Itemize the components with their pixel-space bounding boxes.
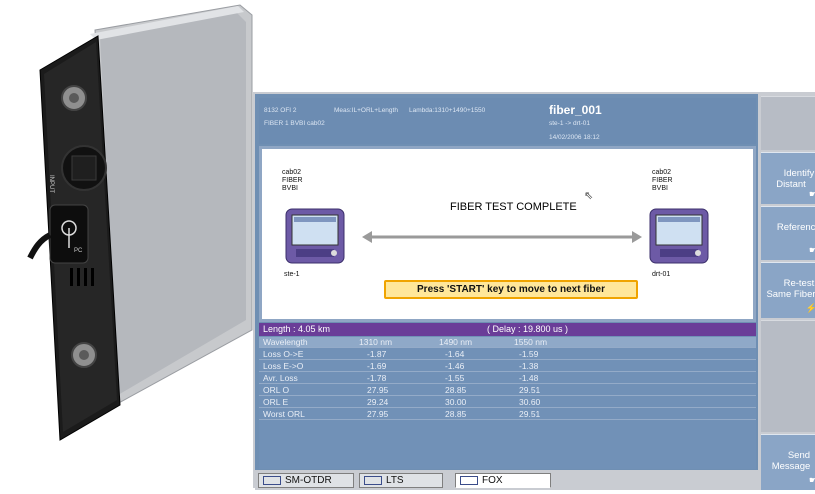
cell-value: -1.59	[519, 349, 539, 359]
test-status: FIBER TEST COMPLETE	[450, 201, 577, 213]
tab-lts[interactable]: LTS	[359, 473, 443, 488]
softkey-panel: Identify Distant ☛ References ☛ Re-test …	[758, 94, 815, 490]
right-station: drt-01	[652, 271, 671, 278]
input-label: INPUT	[48, 175, 54, 193]
left-device-icon	[285, 208, 345, 264]
cell-value: -1.78	[367, 373, 387, 383]
cell-value: 29.51	[519, 409, 541, 419]
fiber-test-diagram: cab02 FIBER BVBI cab02 FIBER BVBI FIBER …	[259, 146, 756, 322]
cell-value: 30.00	[445, 397, 467, 407]
column-header: 1550 nm	[514, 337, 548, 347]
otdr-icon	[263, 476, 281, 485]
tab-fox[interactable]: FOX	[455, 473, 551, 488]
cell-value: 27.95	[367, 409, 389, 419]
length-bar: Length : 4.05 km ( Delay : 19.800 us )	[259, 323, 756, 336]
fox-module-image: INPUT PC	[27, 4, 253, 441]
bottom-tab-bar: SM-OTDR LTS FOX	[255, 470, 758, 490]
tab-label: FOX	[482, 475, 503, 486]
fox-icon	[460, 476, 478, 485]
lambda-setting: Lambda:1310+1490+1550	[409, 107, 486, 114]
softkey-label: References	[776, 222, 815, 233]
cell-value: -1.55	[445, 373, 465, 383]
cell-value: 28.85	[445, 409, 467, 419]
results-table: Length : 4.05 km ( Delay : 19.800 us ) W…	[259, 323, 756, 469]
row-label: Loss O->E	[263, 349, 304, 359]
retest-same-fiber-button[interactable]: Re-test Same Fiber ⚡	[761, 262, 815, 318]
row-label: ORL E	[263, 397, 289, 407]
cell-value: -1.64	[445, 349, 465, 359]
cell-value: 28.85	[445, 385, 467, 395]
table-row: ORL O 27.95 28.85 29.51	[259, 385, 756, 396]
length-value: Length : 4.05 km	[263, 324, 331, 334]
screen-header: 8132 OFI 2 Meas:IL+ORL+Length Lambda:131…	[259, 98, 756, 144]
table-row: ORL E 29.24 30.00 30.60	[259, 397, 756, 408]
softkey-label: Identify Distant	[776, 168, 815, 190]
send-message-button[interactable]: Send Message ☛	[761, 434, 815, 490]
pc-label: PC	[74, 248, 83, 254]
right-device-icon	[649, 208, 709, 264]
column-header: 1490 nm	[439, 337, 473, 347]
cell-value: 30.60	[519, 397, 541, 407]
tab-sm-otdr[interactable]: SM-OTDR	[258, 473, 354, 488]
references-button[interactable]: References ☛	[761, 206, 815, 260]
row-label: Loss E->O	[263, 361, 304, 371]
device-name: 8132 OFI 2	[264, 107, 297, 114]
row-label: Worst ORL	[263, 409, 305, 419]
cell-value: -1.46	[445, 361, 465, 371]
tab-label: SM-OTDR	[285, 475, 332, 486]
fiber-title: fiber_001	[549, 103, 602, 117]
hand-icon: ☛	[808, 245, 815, 255]
left-station: ste-1	[284, 271, 300, 278]
lightning-icon: ⚡	[805, 303, 815, 313]
table-row: Avr. Loss -1.78 -1.55 -1.48	[259, 373, 756, 384]
table-row: Worst ORL 27.95 28.85 29.51	[259, 409, 756, 420]
table-header-row: Wavelength 1310 nm 1490 nm 1550 nm	[259, 337, 756, 348]
row-label: Avr. Loss	[263, 373, 298, 383]
left-cable-label: cab02 FIBER BVBI	[282, 169, 303, 192]
table-row: Loss O->E -1.87 -1.64 -1.59	[259, 349, 756, 360]
next-fiber-prompt: Press 'START' key to move to next fiber	[384, 280, 638, 299]
cursor-icon: ⇖	[584, 190, 594, 202]
fiber-info: FIBER 1 BVBI cab02	[264, 120, 325, 127]
cell-value: -1.38	[519, 361, 539, 371]
identify-distant-button[interactable]: Identify Distant ☛	[761, 152, 815, 204]
right-cable-label: cab02 FIBER BVBI	[652, 169, 673, 192]
measurement-mode: Meas:IL+ORL+Length	[334, 107, 398, 114]
route-label: ste-1 -> drt-01	[549, 120, 591, 127]
tab-label: LTS	[386, 475, 404, 486]
cell-value: 29.51	[519, 385, 541, 395]
cell-value: 27.95	[367, 385, 389, 395]
softkey-label: Re-test Same Fiber	[766, 278, 815, 300]
softkey-label: Send Message	[771, 450, 811, 472]
cell-value: -1.48	[519, 373, 539, 383]
cell-value: 29.24	[367, 397, 389, 407]
hand-icon: ☛	[808, 475, 815, 485]
column-header: 1310 nm	[359, 337, 393, 347]
bidirectional-arrow-icon	[362, 231, 642, 243]
instrument-screen: 8132 OFI 2 Meas:IL+ORL+Length Lambda:131…	[253, 92, 815, 490]
cell-value: -1.69	[367, 361, 387, 371]
row-label: ORL O	[263, 385, 290, 395]
cell-value: -1.87	[367, 349, 387, 359]
lts-icon	[364, 476, 382, 485]
table-row: Loss E->O -1.69 -1.46 -1.38	[259, 361, 756, 372]
softkey-blank	[761, 96, 815, 150]
column-header: Wavelength	[263, 337, 308, 347]
softkey-blank	[761, 320, 815, 432]
delay-value: ( Delay : 19.800 us )	[487, 324, 569, 334]
hand-icon: ☛	[808, 189, 815, 199]
date-time: 14/02/2006 18:12	[549, 134, 600, 141]
